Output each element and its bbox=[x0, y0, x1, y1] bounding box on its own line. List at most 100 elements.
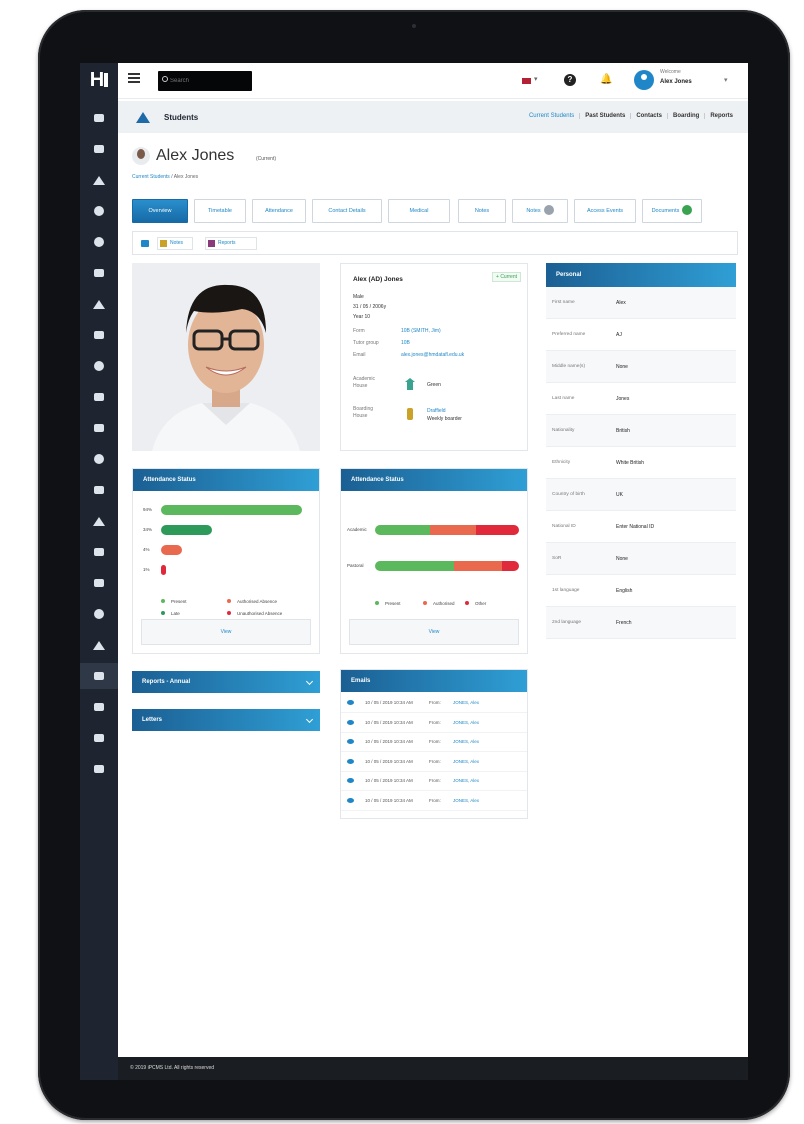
nav-reports[interactable]: Reports bbox=[704, 113, 738, 119]
field-label: SoR bbox=[552, 556, 562, 561]
tab-notes-count[interactable]: Notes bbox=[512, 199, 568, 223]
view-attendance-button[interactable]: View bbox=[349, 619, 519, 645]
calendar-icon[interactable] bbox=[80, 384, 118, 410]
chat-icon[interactable] bbox=[80, 260, 118, 286]
chevron-down-icon[interactable] bbox=[305, 677, 314, 686]
view-attendance-button[interactable]: View bbox=[141, 619, 311, 645]
document-icon[interactable] bbox=[80, 415, 118, 441]
person-icon[interactable] bbox=[80, 632, 118, 658]
email-row[interactable]: 10 / 05 / 2019 10:34 AM From: JONES, Alex bbox=[341, 694, 527, 713]
email-sender[interactable]: JONES, Alex bbox=[453, 700, 479, 705]
tab-access-events[interactable]: Access Events bbox=[574, 199, 636, 223]
subtab-notes[interactable]: Notes bbox=[157, 237, 193, 250]
search-input[interactable] bbox=[170, 74, 248, 88]
email-row[interactable]: 10 / 05 / 2019 10:34 AM From: JONES, Alex bbox=[341, 714, 527, 733]
emails-panel: Emails 10 / 05 / 2019 10:34 AM From: JONES… bbox=[340, 669, 528, 819]
person-icon[interactable] bbox=[80, 291, 118, 317]
email-sender[interactable]: JONES, Alex bbox=[453, 798, 479, 803]
email-row[interactable]: 10 / 05 / 2019 10:34 AM From: JONES, Alex bbox=[341, 792, 527, 811]
avatar[interactable] bbox=[634, 70, 654, 90]
flag-icon[interactable] bbox=[522, 78, 531, 84]
email-row[interactable]: 10 / 05 / 2019 10:34 AM From: JONES, Alex bbox=[341, 753, 527, 772]
email-sender[interactable]: JONES, Alex bbox=[453, 739, 479, 744]
eye-icon[interactable] bbox=[347, 797, 354, 803]
icon-glyph bbox=[93, 516, 105, 526]
email-date: 10 / 05 / 2019 10:34 AM bbox=[365, 797, 413, 803]
personal-row: Middle name(s) None bbox=[546, 351, 736, 383]
group-icon[interactable] bbox=[80, 198, 118, 224]
plus-icon[interactable] bbox=[80, 508, 118, 534]
person-icon[interactable] bbox=[80, 167, 118, 193]
form-value[interactable]: 10B (SMITH, Jim) bbox=[401, 328, 441, 334]
icon-glyph bbox=[93, 175, 105, 185]
dashboard-icon[interactable] bbox=[80, 105, 118, 131]
menu-icon[interactable] bbox=[128, 73, 140, 83]
book-icon[interactable] bbox=[80, 694, 118, 720]
chat-icon[interactable] bbox=[80, 446, 118, 472]
eye-icon[interactable] bbox=[347, 700, 354, 705]
tutor-value[interactable]: 10B bbox=[401, 340, 410, 346]
pin-icon[interactable] bbox=[80, 601, 118, 627]
email-sender[interactable]: JONES, Alex bbox=[453, 759, 479, 764]
personal-row: Nationality British bbox=[546, 415, 736, 447]
email-row[interactable]: 10 / 05 / 2019 10:34 AM From: JONES, Alex bbox=[341, 772, 527, 791]
tab-notes[interactable]: Notes bbox=[458, 199, 506, 223]
wrench-icon[interactable] bbox=[80, 756, 118, 782]
email-date: 10 / 05 / 2019 10:34 AM bbox=[365, 739, 413, 744]
email-sender[interactable]: JONES, Alex bbox=[453, 720, 479, 725]
current-badge: + Current bbox=[492, 272, 521, 282]
field-value: Jones bbox=[616, 396, 630, 402]
chart-icon[interactable] bbox=[80, 229, 118, 255]
document-icon[interactable] bbox=[80, 322, 118, 348]
tag-icon[interactable] bbox=[80, 539, 118, 565]
tab-contact-details[interactable]: Contact Details bbox=[312, 199, 382, 223]
panel-title: Reports - Annual bbox=[142, 679, 191, 685]
reports-annual-panel[interactable]: Reports - Annual bbox=[132, 671, 320, 693]
tab-medical[interactable]: Medical bbox=[388, 199, 450, 223]
email-row[interactable]: 10 / 05 / 2019 10:34 AM From: JONES, Alex bbox=[341, 733, 527, 752]
nav-contacts[interactable]: Contacts bbox=[630, 113, 667, 119]
eye-icon[interactable] bbox=[347, 778, 354, 783]
legend-dot bbox=[161, 599, 165, 603]
camera-dot bbox=[412, 24, 416, 28]
help-icon[interactable]: ? bbox=[564, 74, 576, 86]
email-sender[interactable]: JONES, Alex bbox=[453, 778, 479, 783]
search-box[interactable] bbox=[158, 71, 252, 91]
chevron-down-icon[interactable]: ▾ bbox=[724, 76, 728, 84]
subtab-reports[interactable]: Reports bbox=[205, 237, 257, 250]
bell-icon[interactable]: 🔔 bbox=[600, 74, 612, 85]
icon-glyph bbox=[94, 361, 104, 371]
students-icon bbox=[136, 112, 150, 123]
app-logo[interactable]: H bbox=[84, 68, 114, 92]
search-icon bbox=[162, 76, 168, 82]
code-icon[interactable] bbox=[80, 725, 118, 751]
tab-timetable[interactable]: Timetable bbox=[194, 199, 246, 223]
email-value[interactable]: alex.jones@hmdatafl.edu.uk bbox=[401, 352, 464, 358]
user-name[interactable]: Alex Jones bbox=[660, 79, 692, 85]
legend-other: Other bbox=[465, 601, 486, 606]
chevron-down-icon[interactable]: ▾ bbox=[534, 75, 538, 83]
breadcrumb-link[interactable]: Current Students bbox=[132, 174, 170, 180]
boarding-house-value[interactable]: Draffield bbox=[427, 408, 446, 414]
chevron-down-icon[interactable] bbox=[305, 715, 314, 724]
legend-label: Authorised bbox=[433, 601, 455, 606]
eye-icon[interactable] bbox=[347, 719, 354, 725]
mail-icon[interactable] bbox=[80, 663, 118, 689]
nav-current-students[interactable]: Current Students bbox=[524, 113, 579, 119]
tab-attendance[interactable]: Attendance bbox=[252, 199, 306, 223]
letters-panel[interactable]: Letters bbox=[132, 709, 320, 731]
eye-icon[interactable] bbox=[347, 739, 354, 744]
id-card-icon[interactable] bbox=[80, 477, 118, 503]
bar-segment-present bbox=[375, 525, 430, 535]
tab-overview[interactable]: Overview bbox=[132, 199, 188, 223]
eye-icon[interactable] bbox=[347, 758, 354, 764]
cloud-icon[interactable] bbox=[80, 136, 118, 162]
cloud-icon[interactable] bbox=[80, 353, 118, 379]
nav-boarding[interactable]: Boarding bbox=[666, 113, 704, 119]
document-icon[interactable] bbox=[80, 570, 118, 596]
nav-past-students[interactable]: Past Students bbox=[579, 113, 630, 119]
email-date: 10 / 05 / 2019 10:34 AM bbox=[365, 719, 413, 725]
chat-icon[interactable] bbox=[141, 240, 149, 247]
tab-documents[interactable]: Documents bbox=[642, 199, 702, 223]
icon-glyph bbox=[94, 114, 104, 122]
